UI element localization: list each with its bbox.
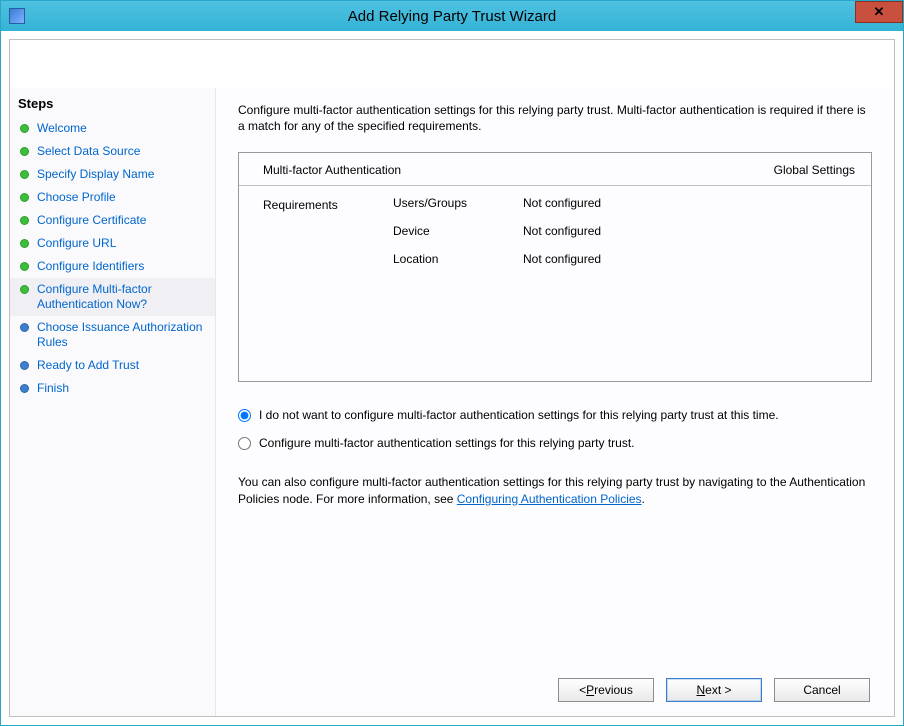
step-label: Configure URL <box>37 236 207 251</box>
button-bar: < Previous Next > Cancel <box>238 668 872 706</box>
step-label: Choose Profile <box>37 190 207 205</box>
title-bar: Add Relying Party Trust Wizard ✕ <box>1 1 903 31</box>
step-item[interactable]: Select Data Source <box>10 140 215 163</box>
steps-header: Steps <box>10 92 215 117</box>
steps-panel: Steps Welcome Select Data Source Specify D… <box>10 88 216 716</box>
step-bullet-icon <box>20 384 29 393</box>
step-bullet-icon <box>20 216 29 225</box>
step-item[interactable]: Configure Multi-factor Authentication No… <box>10 278 215 316</box>
step-bullet-icon <box>20 361 29 370</box>
step-bullet-icon <box>20 262 29 271</box>
radio-configure-input[interactable] <box>238 437 251 450</box>
step-bullet-icon <box>20 323 29 332</box>
step-item[interactable]: Configure URL <box>10 232 215 255</box>
wizard-window: Add Relying Party Trust Wizard ✕ Steps W… <box>0 0 904 726</box>
step-label: Specify Display Name <box>37 167 207 182</box>
step-bullet-icon <box>20 193 29 202</box>
wizard-content-row: Steps Welcome Select Data Source Specify D… <box>10 88 894 716</box>
window-title: Add Relying Party Trust Wizard <box>1 8 903 25</box>
note-text: You can also configure multi-factor auth… <box>238 474 872 506</box>
radio-skip-label: I do not want to configure multi-factor … <box>259 408 779 422</box>
close-button[interactable]: ✕ <box>855 1 903 23</box>
wizard-banner <box>10 40 894 88</box>
mfa-requirement-value: Not configured <box>523 196 855 210</box>
step-item[interactable]: Finish <box>10 377 215 400</box>
radio-skip-mfa[interactable]: I do not want to configure multi-factor … <box>238 408 872 422</box>
step-item[interactable]: Ready to Add Trust <box>10 354 215 377</box>
step-item[interactable]: Choose Issuance Authorization Rules <box>10 316 215 354</box>
step-item[interactable]: Welcome <box>10 117 215 140</box>
mfa-requirement-value: Not configured <box>523 224 855 238</box>
step-label: Ready to Add Trust <box>37 358 207 373</box>
radio-configure-label: Configure multi-factor authentication se… <box>259 436 635 450</box>
step-bullet-icon <box>20 285 29 294</box>
wizard-frame: Steps Welcome Select Data Source Specify D… <box>9 39 895 717</box>
radio-skip-input[interactable] <box>238 409 251 422</box>
cancel-button[interactable]: Cancel <box>774 678 870 702</box>
mfa-body: Requirements Users/GroupsDeviceLocation … <box>239 186 871 276</box>
step-item[interactable]: Specify Display Name <box>10 163 215 186</box>
step-item[interactable]: Choose Profile <box>10 186 215 209</box>
window-body: Steps Welcome Select Data Source Specify D… <box>1 31 903 725</box>
step-label: Choose Issuance Authorization Rules <box>37 320 207 350</box>
mfa-header-row: Multi-factor Authentication Global Setti… <box>239 153 871 186</box>
radio-configure-mfa[interactable]: Configure multi-factor authentication se… <box>238 436 872 450</box>
note-suffix: . <box>642 492 645 506</box>
step-item[interactable]: Configure Certificate <box>10 209 215 232</box>
mfa-requirement-name: Users/Groups <box>393 196 523 210</box>
step-label: Welcome <box>37 121 207 136</box>
mfa-settings-box: Multi-factor Authentication Global Setti… <box>238 152 872 382</box>
mfa-requirements-label: Requirements <box>263 196 393 212</box>
step-label: Configure Multi-factor Authentication No… <box>37 282 207 312</box>
step-bullet-icon <box>20 147 29 156</box>
previous-button[interactable]: < Previous <box>558 678 654 702</box>
next-button[interactable]: Next > <box>666 678 762 702</box>
mfa-requirement-value: Not configured <box>523 252 855 266</box>
step-bullet-icon <box>20 239 29 248</box>
step-bullet-icon <box>20 170 29 179</box>
step-label: Configure Identifiers <box>37 259 207 274</box>
step-label: Finish <box>37 381 207 396</box>
step-item[interactable]: Configure Identifiers <box>10 255 215 278</box>
app-icon <box>9 8 25 24</box>
mfa-scope: Global Settings <box>774 163 855 177</box>
intro-text: Configure multi-factor authentication se… <box>238 102 872 134</box>
mfa-requirement-name: Device <box>393 224 523 238</box>
mfa-requirement-name: Location <box>393 252 523 266</box>
content-panel: Configure multi-factor authentication se… <box>216 88 894 716</box>
step-label: Select Data Source <box>37 144 207 159</box>
step-bullet-icon <box>20 124 29 133</box>
step-label: Configure Certificate <box>37 213 207 228</box>
mfa-title: Multi-factor Authentication <box>263 163 401 177</box>
note-link[interactable]: Configuring Authentication Policies <box>457 492 642 506</box>
